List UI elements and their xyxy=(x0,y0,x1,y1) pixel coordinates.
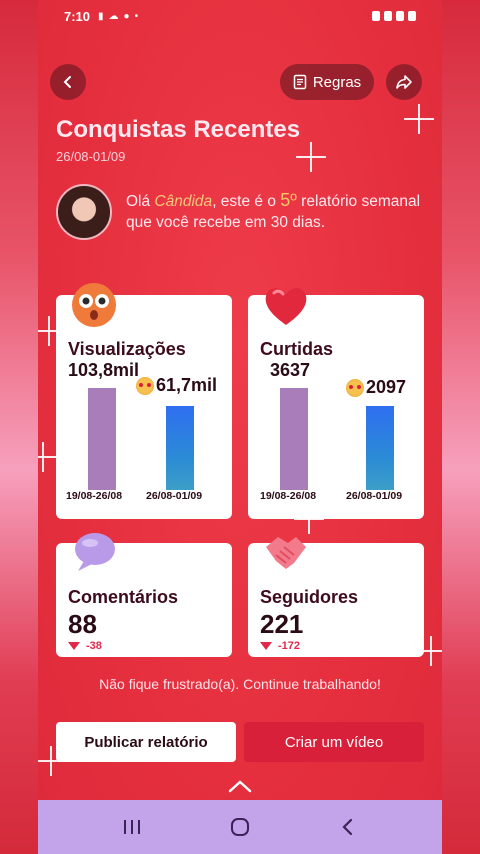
down-arrow-icon xyxy=(260,642,272,650)
share-button[interactable] xyxy=(386,64,422,100)
comments-card[interactable]: Comentários 88 -38 xyxy=(56,533,232,657)
app-icon: ● xyxy=(123,10,130,22)
page-title: Conquistas Recentes xyxy=(56,116,301,143)
views-current-bar xyxy=(166,406,194,490)
notification-icons: ▮ ☁ ● • xyxy=(98,11,138,22)
status-time: 7:10 xyxy=(64,8,91,24)
recent-apps-button[interactable] xyxy=(112,807,152,847)
chevron-left-icon xyxy=(63,76,71,88)
recent-apps-icon xyxy=(124,820,140,834)
user-name: Cândida xyxy=(154,193,213,210)
likes-current-bar xyxy=(366,406,394,490)
phone-screen: 7:10 ▮ ☁ ● • Regras Conquistas Recentes … xyxy=(38,0,442,854)
heart-eyes-emoji-icon xyxy=(346,378,364,397)
alarm-icon xyxy=(372,11,380,21)
avatar xyxy=(56,184,112,240)
followers-label: Seguidores xyxy=(260,587,359,607)
heart-icon xyxy=(265,288,307,325)
sparkle-decoration xyxy=(38,746,66,776)
eyes-emoji-icon xyxy=(72,283,116,327)
battery-icon xyxy=(408,11,416,21)
views-card[interactable]: Visualizações 103,8mil 61,7mil 19/08-26/… xyxy=(56,283,232,519)
sparkle-decoration xyxy=(38,316,64,346)
speech-bubble-icon xyxy=(75,533,115,571)
system-nav-bar xyxy=(38,800,442,854)
sparkle-decoration xyxy=(296,142,326,172)
system-back-button[interactable] xyxy=(328,807,368,847)
home-button[interactable] xyxy=(220,807,260,847)
heart-eyes-emoji-icon xyxy=(136,376,154,395)
likes-card[interactable]: Curtidas 3637 2097 19/08-26/08 26/08-01/… xyxy=(248,288,424,519)
report-ordinal: 5º xyxy=(280,190,297,210)
followers-delta-value: -172 xyxy=(278,640,301,652)
wifi-icon xyxy=(396,11,404,21)
sim-icon: ▮ xyxy=(98,10,104,22)
likes-current-value: 2097 xyxy=(366,377,407,397)
create-video-button[interactable]: Criar um vídeo xyxy=(244,722,424,762)
likes-label: Curtidas xyxy=(260,339,334,359)
views-previous-period: 19/08-26/08 xyxy=(66,490,123,502)
sparkle-decoration xyxy=(38,442,58,472)
home-icon xyxy=(231,818,249,836)
publish-report-button[interactable]: Publicar relatório xyxy=(56,722,236,762)
document-icon xyxy=(293,74,307,90)
down-arrow-icon xyxy=(68,642,80,650)
handshake-icon xyxy=(266,537,306,569)
comments-delta-value: -38 xyxy=(86,640,102,652)
rules-label: Regras xyxy=(312,73,362,91)
greeting-prefix: Olá xyxy=(126,193,155,210)
rules-button[interactable]: Regras xyxy=(280,64,374,100)
signal-icon xyxy=(384,11,392,21)
views-current-display: 61,7mil xyxy=(136,375,217,396)
likes-current-period: 26/08-01/09 xyxy=(346,490,403,502)
greeting-text: Olá Cândida, este é o 5º relatório seman… xyxy=(126,190,426,233)
back-icon xyxy=(342,818,353,836)
status-bar: 7:10 ▮ ☁ ● • xyxy=(38,0,442,32)
greeting-middle: , este é o xyxy=(212,193,281,210)
sparkle-decoration xyxy=(416,636,442,666)
views-current-period: 26/08-01/09 xyxy=(146,490,203,502)
background-right xyxy=(440,0,480,854)
likes-current-display: 2097 xyxy=(346,377,406,398)
cloud-icon: ☁ xyxy=(108,10,119,22)
views-previous-bar xyxy=(88,388,116,490)
chevron-up-icon[interactable] xyxy=(228,778,252,794)
system-icons xyxy=(372,11,416,21)
back-button[interactable] xyxy=(50,64,86,100)
sparkle-decoration xyxy=(404,104,434,134)
dot-icon: • xyxy=(134,10,139,22)
followers-value: 221 xyxy=(260,609,304,639)
background-left xyxy=(0,0,40,854)
likes-previous-period: 19/08-26/08 xyxy=(260,490,317,502)
likes-previous-value: 3637 xyxy=(270,360,311,380)
date-range: 26/08-01/09 xyxy=(56,149,126,164)
comments-value: 88 xyxy=(68,609,97,639)
views-label: Visualizações xyxy=(68,339,186,359)
comments-delta: -38 xyxy=(68,640,102,652)
followers-card[interactable]: Seguidores 221 -172 xyxy=(248,537,424,657)
followers-delta: -172 xyxy=(260,640,300,652)
encouragement-message: Não fique frustrado(a). Continue trabalh… xyxy=(99,676,381,692)
views-current-value: 61,7mil xyxy=(156,375,218,395)
views-previous-value: 103,8mil xyxy=(68,360,140,380)
comments-label: Comentários xyxy=(68,587,179,607)
share-icon xyxy=(396,75,412,89)
likes-previous-bar xyxy=(280,388,308,490)
